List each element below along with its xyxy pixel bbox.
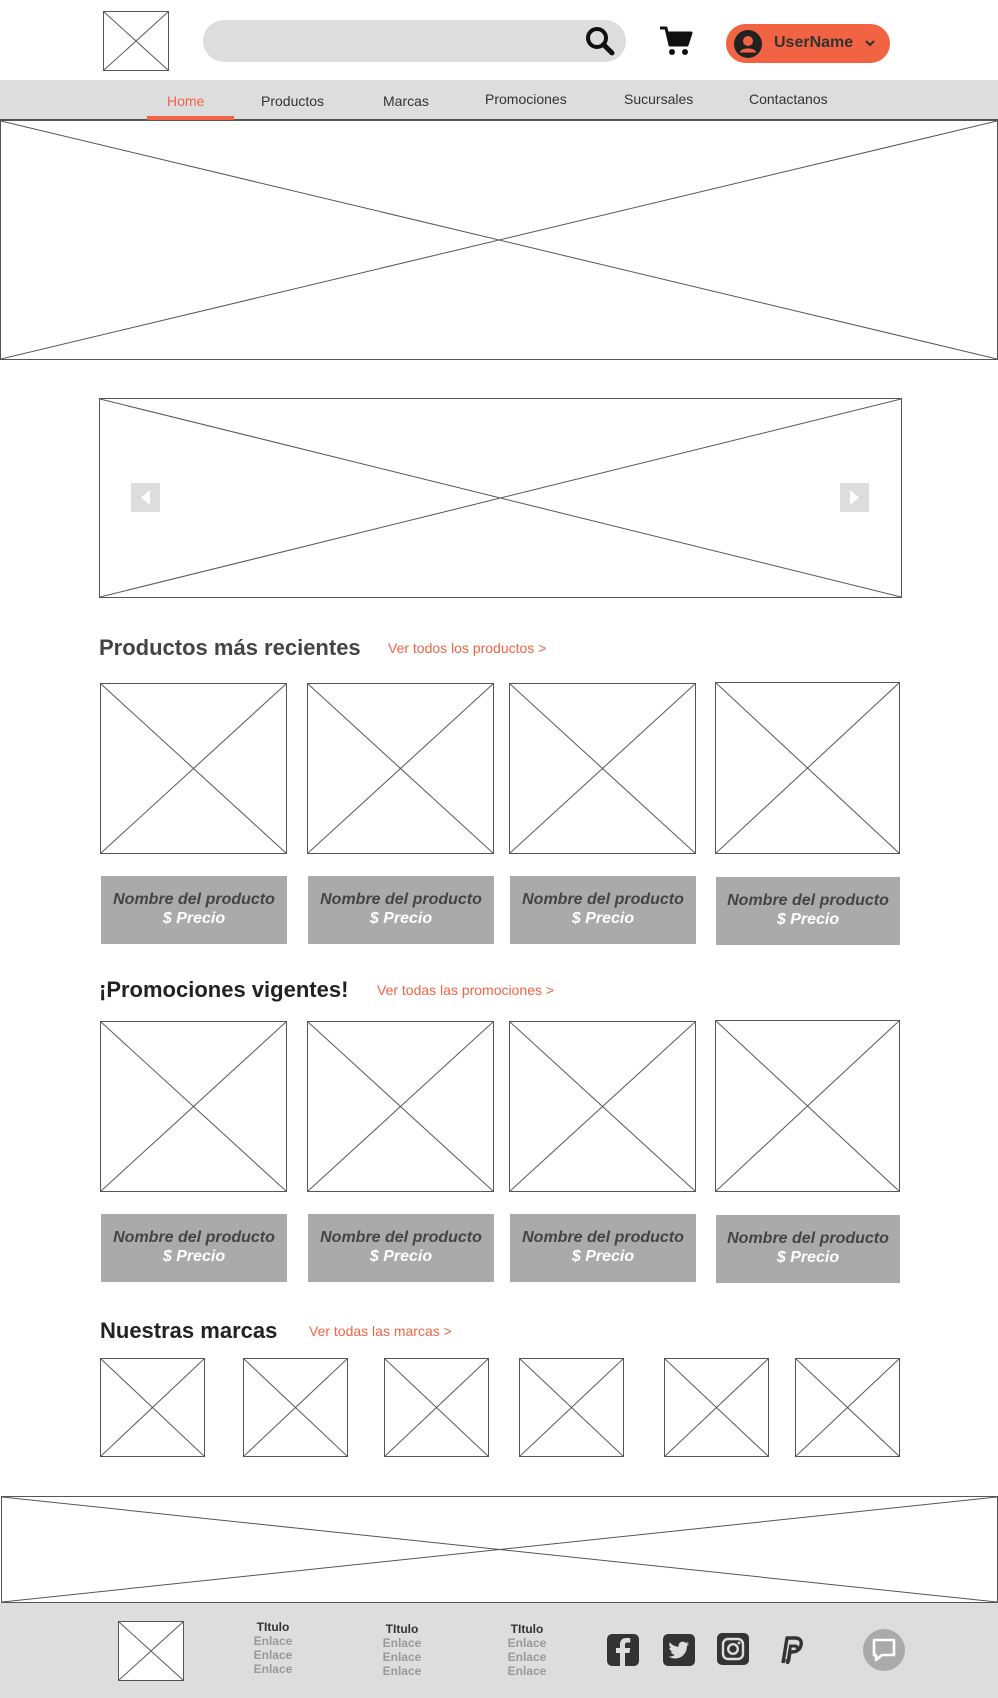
user-name: UserName: [774, 34, 854, 51]
product-price: $ Precio: [162, 1248, 226, 1265]
instagram-icon[interactable]: [716, 1632, 750, 1666]
chevron-down-icon: [865, 40, 875, 47]
footer-link[interactable]: Enlace: [372, 1650, 432, 1664]
product-card-label[interactable]: Nombre del producto $ Precio: [101, 876, 287, 944]
product-name: Nombre del producto: [522, 1229, 684, 1246]
promo-card-label[interactable]: Nombre del producto $ Precio: [510, 1214, 696, 1282]
product-name: Nombre del producto: [113, 1229, 275, 1246]
main-nav: Home Productos Marcas Promociones Sucurs…: [0, 80, 998, 120]
footer-link[interactable]: Enlace: [497, 1636, 557, 1650]
brands-link[interactable]: Ver todas las marcas >: [309, 1323, 452, 1339]
footer-link[interactable]: Enlace: [497, 1664, 557, 1678]
bottom-banner[interactable]: [1, 1496, 998, 1603]
product-price: $ Precio: [571, 910, 635, 927]
search-icon[interactable]: [584, 25, 616, 57]
brands-title: Nuestras marcas: [100, 1318, 278, 1343]
brand-logo[interactable]: [519, 1358, 624, 1457]
nav-item-productos[interactable]: Productos: [261, 93, 324, 109]
search-input[interactable]: [203, 20, 626, 62]
brand-logo[interactable]: [243, 1358, 348, 1457]
product-name: Nombre del producto: [113, 891, 275, 908]
promo-image[interactable]: [100, 1021, 287, 1192]
promo-card-label[interactable]: Nombre del producto $ Precio: [308, 1214, 494, 1282]
hero-banner[interactable]: [0, 120, 998, 360]
product-price: $ Precio: [776, 911, 840, 928]
product-image[interactable]: [715, 682, 900, 854]
product-card-label[interactable]: Nombre del producto $ Precio: [308, 876, 494, 944]
promo-card-label[interactable]: Nombre del producto $ Precio: [716, 1215, 900, 1283]
footer-column-title: TItulo: [256, 1620, 290, 1634]
product-price: $ Precio: [369, 910, 433, 927]
carousel-prev-button[interactable]: [131, 483, 160, 512]
product-name: Nombre del producto: [727, 1230, 889, 1247]
chat-button[interactable]: [863, 1629, 905, 1671]
promo-card-label[interactable]: Nombre del producto $ Precio: [101, 1214, 287, 1282]
product-name: Nombre del producto: [320, 1229, 482, 1246]
brand-logo[interactable]: [384, 1358, 489, 1457]
footer-link[interactable]: Enlace: [372, 1636, 432, 1650]
product-card-label[interactable]: Nombre del producto $ Precio: [510, 876, 696, 944]
footer-link[interactable]: Enlace: [243, 1648, 303, 1662]
logo[interactable]: [103, 11, 169, 71]
chat-icon: [872, 1638, 896, 1662]
footer-column-title: TItulo: [385, 1622, 419, 1636]
promotions-link[interactable]: Ver todas las promociones >: [377, 982, 554, 998]
nav-item-contactanos[interactable]: Contactanos: [749, 91, 828, 107]
recent-products-title: Productos más recientes: [99, 635, 361, 660]
nav-item-marcas[interactable]: Marcas: [383, 93, 429, 109]
footer-link[interactable]: Enlace: [497, 1650, 557, 1664]
chevron-right-icon: [850, 490, 859, 505]
user-menu-button[interactable]: UserName: [726, 24, 890, 63]
product-image[interactable]: [100, 683, 287, 854]
promo-image[interactable]: [307, 1021, 494, 1192]
facebook-icon[interactable]: [606, 1633, 640, 1667]
product-price: $ Precio: [571, 1248, 635, 1265]
footer-column: TItulo Enlace Enlace Enlace: [243, 1620, 303, 1676]
footer-link[interactable]: Enlace: [243, 1662, 303, 1676]
cart-icon[interactable]: [659, 25, 693, 57]
brand-logo[interactable]: [100, 1358, 205, 1457]
product-price: $ Precio: [369, 1248, 433, 1265]
product-name: Nombre del producto: [727, 892, 889, 909]
carousel[interactable]: [99, 398, 902, 598]
product-name: Nombre del producto: [522, 891, 684, 908]
product-name: Nombre del producto: [320, 891, 482, 908]
brand-logo[interactable]: [664, 1358, 769, 1457]
recent-products-link[interactable]: Ver todos los productos >: [388, 640, 546, 656]
product-image[interactable]: [509, 683, 696, 854]
footer-link[interactable]: Enlace: [243, 1634, 303, 1648]
carousel-next-button[interactable]: [840, 483, 869, 512]
brand-logo[interactable]: [795, 1358, 900, 1457]
paypal-icon[interactable]: [774, 1633, 808, 1667]
chevron-left-icon: [141, 490, 150, 505]
nav-item-sucursales[interactable]: Sucursales: [624, 91, 693, 107]
product-price: $ Precio: [776, 1249, 840, 1266]
promo-image[interactable]: [509, 1021, 696, 1192]
footer-column-title: TItulo: [510, 1622, 544, 1636]
nav-item-promociones[interactable]: Promociones: [485, 91, 567, 107]
twitter-icon[interactable]: [662, 1633, 696, 1667]
product-card-label[interactable]: Nombre del producto $ Precio: [716, 877, 900, 945]
footer-column: TItulo Enlace Enlace Enlace: [497, 1622, 557, 1678]
product-image[interactable]: [307, 683, 494, 854]
footer-column: TItulo Enlace Enlace Enlace: [372, 1622, 432, 1678]
footer-logo[interactable]: [118, 1621, 184, 1681]
promo-image[interactable]: [715, 1020, 900, 1192]
product-price: $ Precio: [162, 910, 226, 927]
user-avatar-icon: [734, 30, 762, 58]
nav-item-home[interactable]: Home: [167, 93, 204, 109]
footer-link[interactable]: Enlace: [372, 1664, 432, 1678]
promotions-title: ¡Promociones vigentes!: [99, 977, 349, 1002]
